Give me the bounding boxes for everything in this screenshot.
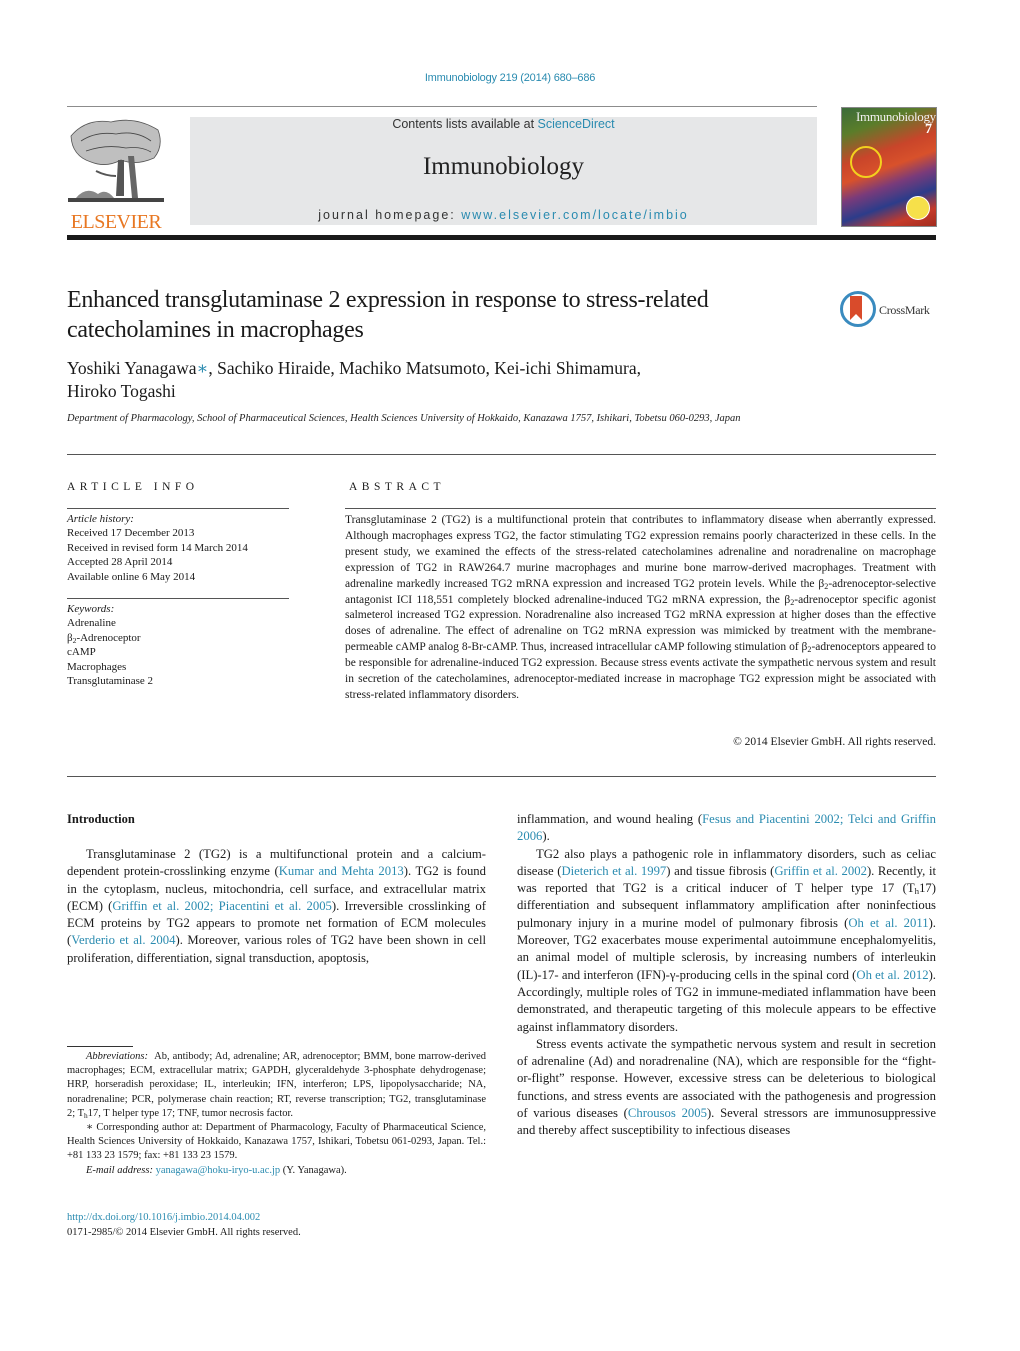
history-item: Received 17 December 2013 xyxy=(67,527,195,540)
intro-paragraph: TG2 also plays a pathogenic role in infl… xyxy=(517,846,936,1036)
footnotes: Abbreviations: Ab, antibody; Ad, adrenal… xyxy=(67,1050,486,1178)
citation-link[interactable]: Verderio et al. 2004 xyxy=(71,933,175,947)
author-line2: Hiroko Togashi xyxy=(67,381,176,401)
citation-link[interactable]: Griffin et al. 2002; Piacentini et al. 2… xyxy=(112,899,332,913)
citation-link[interactable]: Oh et al. 2011 xyxy=(848,916,928,930)
doi-block: http://dx.doi.org/10.1016/j.imbio.2014.0… xyxy=(67,1211,301,1240)
cover-issue-number: 7 xyxy=(925,122,932,137)
citation-link[interactable]: Griffin et al. 2002 xyxy=(774,864,867,878)
introduction-heading: Introduction xyxy=(67,812,135,826)
keyword-item: Macrophages xyxy=(67,660,127,673)
author-list: Yoshiki Yanagawa∗, Sachiko Hiraide, Mach… xyxy=(67,357,847,403)
contents-line: Contents lists available at ScienceDirec… xyxy=(190,117,817,131)
journal-homepage: journal homepage: www.elsevier.com/locat… xyxy=(190,208,817,222)
citation-link[interactable]: Oh et al. 2012 xyxy=(856,968,928,982)
history-item: Accepted 28 April 2014 xyxy=(67,556,173,569)
crossmark-label: CrossMark xyxy=(879,303,930,317)
journal-name: Immunobiology xyxy=(422,153,585,180)
keyword-item: Adrenaline xyxy=(67,617,116,630)
keywords-label: Keywords: xyxy=(67,603,115,615)
header-thick-rule xyxy=(67,235,936,240)
journal-citation-link[interactable]: Immunobiology 219 (2014) 680–686 xyxy=(0,72,1020,84)
corresponding-footnote: ∗ Corresponding author at: Department of… xyxy=(67,1122,486,1162)
article-history-label: Article history: xyxy=(67,513,134,525)
elsevier-logo[interactable]: ELSEVIER xyxy=(66,116,166,233)
section-rule xyxy=(67,454,936,455)
article-info-heading: ARTICLE INFO xyxy=(67,481,199,493)
homepage-prefix: journal homepage: xyxy=(318,208,462,222)
intro-paragraph: Transglutaminase 2 (TG2) is a multifunct… xyxy=(67,846,486,967)
body-column-left: Transglutaminase 2 (TG2) is a multifunct… xyxy=(67,846,486,967)
history-item: Received in revised form 14 March 2014 xyxy=(67,541,248,554)
abstract-heading: ABSTRACT xyxy=(349,481,446,493)
cover-illustration-icon xyxy=(850,146,882,178)
citation-link[interactable]: Dieterich et al. 1997 xyxy=(561,864,666,878)
doi-link[interactable]: http://dx.doi.org/10.1016/j.imbio.2014.0… xyxy=(67,1211,301,1226)
affiliation: Department of Pharmacology, School of Ph… xyxy=(67,413,741,424)
citation-link[interactable]: Kumar and Mehta 2013 xyxy=(279,864,404,878)
keyword-item: β2-Adrenoceptor xyxy=(67,631,141,645)
elsevier-wordmark: ELSEVIER xyxy=(70,211,162,233)
abstract-bottom-rule xyxy=(67,776,936,777)
cover-badge-icon xyxy=(906,196,930,220)
contents-prefix: Contents lists available at xyxy=(392,117,538,131)
email-label: E-mail address: xyxy=(86,1164,153,1176)
journal-cover-image[interactable]: Immunobiology 7 xyxy=(841,107,937,227)
elsevier-tree-icon xyxy=(68,119,164,202)
header-rule xyxy=(67,106,817,107)
footnote-rule xyxy=(67,1046,133,1047)
keywords-rule xyxy=(67,598,289,599)
email-suffix: (Y. Yanagawa). xyxy=(280,1164,347,1176)
corresponding-author-mark[interactable]: ∗ xyxy=(197,358,209,378)
article-info-rule xyxy=(67,508,289,509)
paragraph-text: ) and tissue fibrosis ( xyxy=(666,863,775,878)
author-first[interactable]: Yoshiki Yanagawa xyxy=(67,358,197,378)
keywords: Keywords: Adrenaline β2-Adrenoceptor cAM… xyxy=(67,602,297,688)
article-history: Article history: Received 17 December 20… xyxy=(67,512,297,584)
cover-title: Immunobiology xyxy=(856,109,936,124)
body-column-right: inflammation, and wound healing (Fesus a… xyxy=(517,811,936,1140)
intro-paragraph: inflammation, and wound healing (Fesus a… xyxy=(517,811,936,846)
email-link[interactable]: yanagawa@hoku-iryo-u.ac.jp xyxy=(156,1165,281,1176)
citation-link[interactable]: Chrousos 2005 xyxy=(628,1106,707,1120)
journal-banner: Contents lists available at ScienceDirec… xyxy=(190,117,817,225)
sciencedirect-link[interactable]: ScienceDirect xyxy=(538,117,615,131)
article-title: Enhanced transglutaminase 2 expression i… xyxy=(67,287,709,343)
abstract-copyright: © 2014 Elsevier GmbH. All rights reserve… xyxy=(733,736,936,748)
history-item: Available online 6 May 2014 xyxy=(67,570,196,583)
paragraph-text: ). xyxy=(542,829,550,844)
abbreviations-label: Abbreviations: xyxy=(86,1051,149,1062)
email-footnote: E-mail address: yanagawa@hoku-iryo-u.ac.… xyxy=(67,1164,486,1178)
keyword-item: cAMP xyxy=(67,646,96,659)
keyword-item: Transglutaminase 2 xyxy=(67,675,154,688)
intro-paragraph: Stress events activate the sympathetic n… xyxy=(517,1036,936,1140)
issn-copyright: 0171-2985/© 2014 Elsevier GmbH. All righ… xyxy=(67,1226,301,1238)
abstract-text: Transglutaminase 2 (TG2) is a multifunct… xyxy=(345,514,936,701)
homepage-link[interactable]: www.elsevier.com/locate/imbio xyxy=(461,208,689,222)
abbreviations-footnote: Abbreviations: Ab, antibody; Ad, adrenal… xyxy=(67,1050,486,1121)
abstract-rule xyxy=(345,508,936,509)
paragraph-text: inflammation, and wound healing ( xyxy=(517,812,703,826)
crossmark-button[interactable]: CrossMark xyxy=(840,291,940,331)
author-rest: , Sachiko Hiraide, Machiko Matsumoto, Ke… xyxy=(208,358,641,378)
